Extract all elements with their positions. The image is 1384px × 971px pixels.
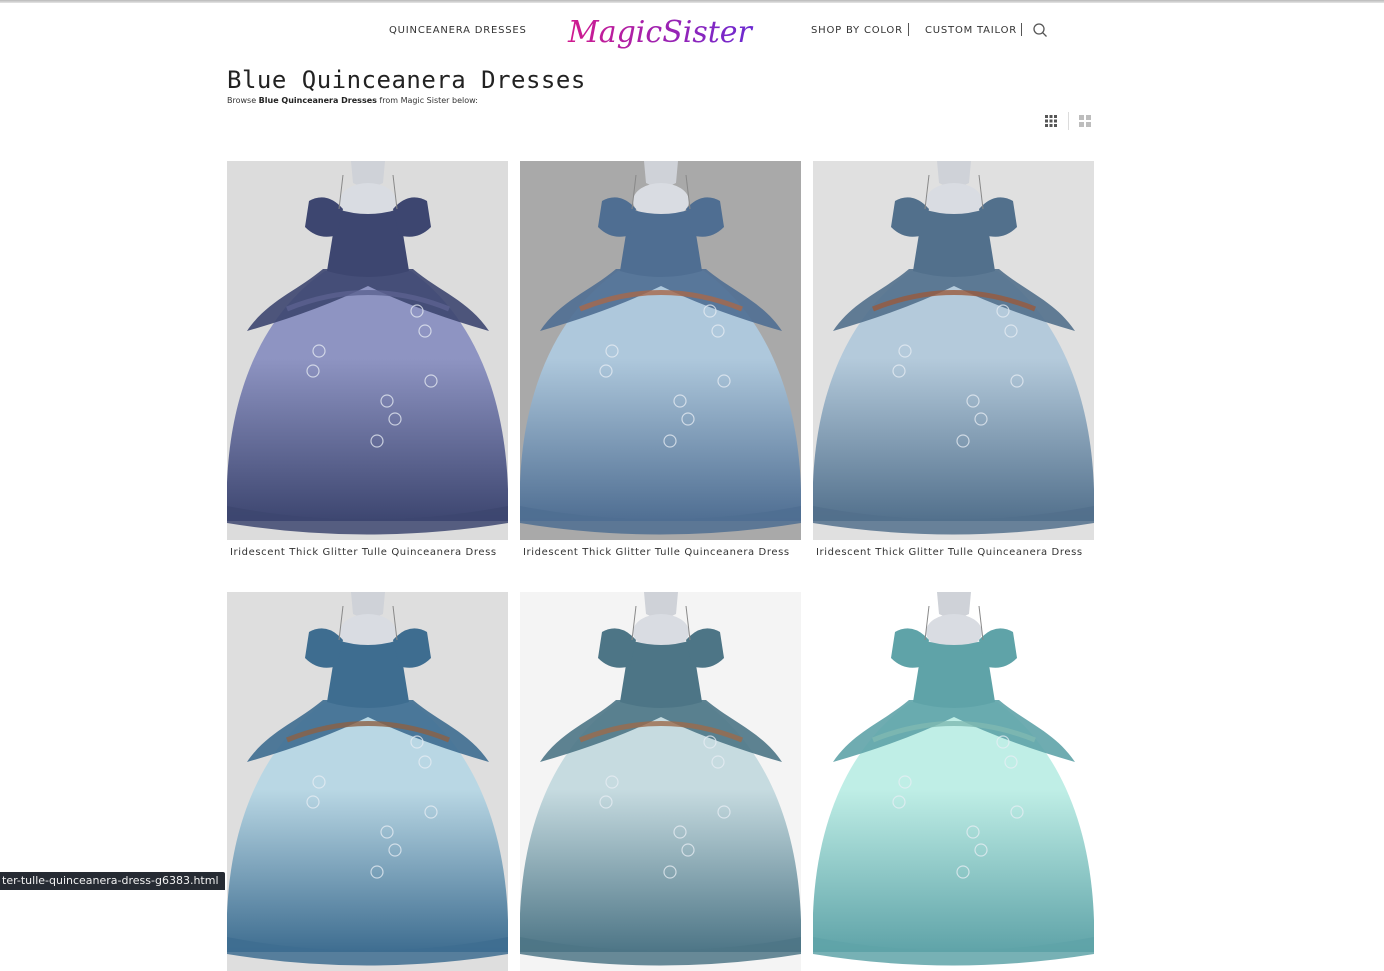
top-navigation: QUINCEANERA DRESSES MagicSister SHOP BY … xyxy=(0,12,1384,52)
product-image[interactable] xyxy=(520,161,801,540)
grid-2-icon[interactable] xyxy=(1077,113,1093,129)
product-card[interactable] xyxy=(813,592,1094,971)
page-title: Blue Quinceanera Dresses xyxy=(227,66,586,94)
product-image[interactable] xyxy=(813,592,1094,971)
search-icon[interactable] xyxy=(1031,21,1049,39)
product-image[interactable] xyxy=(813,161,1094,540)
product-card[interactable] xyxy=(520,592,801,971)
top-rule xyxy=(0,0,1384,3)
view-toggle-divider xyxy=(1068,112,1069,130)
product-image[interactable] xyxy=(520,592,801,971)
logo-text: MagicSister xyxy=(567,15,754,50)
browser-status-bar: ter-tulle-quinceanera-dress-g6383.html xyxy=(0,872,225,890)
product-card[interactable]: Iridescent Thick Glitter Tulle Quinceane… xyxy=(520,161,801,558)
page-subtitle: Browse Blue Quinceanera Dresses from Mag… xyxy=(227,96,478,105)
grid-3-icon[interactable] xyxy=(1043,113,1059,129)
product-name[interactable]: Iridescent Thick Glitter Tulle Quinceane… xyxy=(227,547,508,558)
nav-divider xyxy=(908,23,909,36)
product-image[interactable] xyxy=(227,161,508,540)
nav-quinceanera-dresses[interactable]: QUINCEANERA DRESSES xyxy=(389,25,527,36)
magicsister-logo[interactable]: MagicSister xyxy=(566,12,756,54)
product-name[interactable]: Iridescent Thick Glitter Tulle Quinceane… xyxy=(520,547,801,558)
product-card[interactable]: Iridescent Thick Glitter Tulle Quinceane… xyxy=(227,161,508,558)
product-card[interactable]: Iridescent Thick Glitter Tulle Quinceane… xyxy=(813,161,1094,558)
nav-custom-tailor[interactable]: CUSTOM TAILOR xyxy=(925,25,1017,36)
product-image[interactable] xyxy=(227,592,508,971)
product-name[interactable]: Iridescent Thick Glitter Tulle Quinceane… xyxy=(813,547,1094,558)
nav-divider xyxy=(1021,23,1022,36)
product-card[interactable] xyxy=(227,592,508,971)
nav-shop-by-color[interactable]: SHOP BY COLOR xyxy=(811,25,903,36)
